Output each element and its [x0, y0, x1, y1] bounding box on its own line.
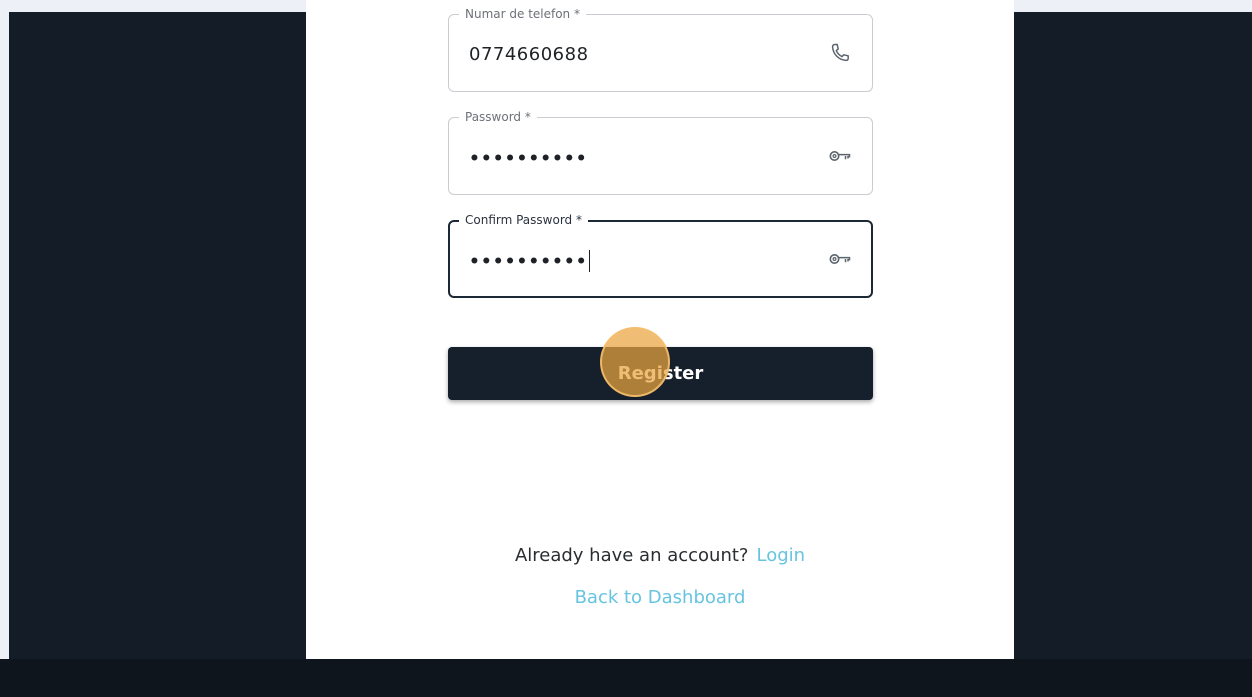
password-field-value[interactable]: ••••••••••	[469, 147, 588, 171]
confirm-password-field[interactable]: Confirm Password * ••••••••••	[448, 212, 873, 298]
phone-field-value[interactable]: 0774660688	[469, 43, 589, 67]
register-card: Numar de telefon * 0774660688 Password *…	[306, 0, 1014, 659]
text-caret	[588, 250, 590, 272]
phone-field[interactable]: Numar de telefon * 0774660688	[448, 6, 873, 92]
password-field[interactable]: Password * ••••••••••	[448, 109, 873, 195]
back-to-dashboard-link[interactable]: Back to Dashboard	[306, 587, 1014, 608]
account-prompt-text: Already have an account?	[514, 545, 749, 566]
confirm-password-field-value[interactable]: ••••••••••	[469, 250, 590, 274]
account-prompt-line: Already have an account? Login	[306, 545, 1014, 566]
register-button-label: Register	[617, 363, 704, 384]
key-icon[interactable]	[828, 144, 852, 168]
phone-field-label: Numar de telefon *	[459, 6, 586, 22]
password-field-label: Password *	[459, 109, 537, 125]
register-button[interactable]: Register	[448, 347, 873, 400]
login-link[interactable]: Login	[756, 545, 805, 566]
page-backdrop-bottom	[0, 659, 1252, 697]
confirm-password-field-label: Confirm Password *	[459, 212, 588, 228]
key-icon[interactable]	[828, 247, 852, 271]
confirm-password-text: ••••••••••	[469, 252, 588, 272]
phone-icon	[831, 43, 849, 62]
